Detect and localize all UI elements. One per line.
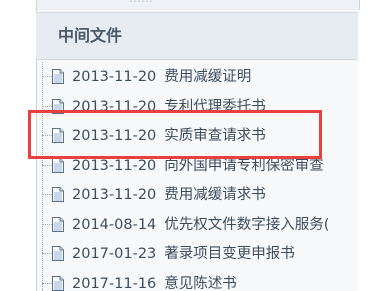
file-list-item[interactable]: 2013-11-20 专利代理委托书: [36, 92, 377, 122]
file-date: 2017-01-23: [72, 246, 157, 262]
file-link[interactable]: 2013-11-20 向外国申请专利保密审查: [72, 156, 324, 176]
file-name: 实质审查请求书: [164, 128, 266, 144]
file-list-item[interactable]: 2017-01-23 著录项目变更申报书: [36, 239, 377, 269]
file-date: 2013-11-20: [72, 187, 157, 203]
file-link[interactable]: 2013-11-20 费用减缓请求书: [72, 185, 266, 205]
document-icon: [52, 69, 64, 84]
file-link[interactable]: 2013-11-20 费用减缓证明: [72, 67, 251, 87]
file-name: 著录项目变更申报书: [164, 246, 295, 262]
file-name: 意见陈述书: [164, 275, 237, 291]
file-list-item[interactable]: 2017-11-16 意见陈述书: [36, 269, 377, 291]
tree-branch-line: [42, 282, 52, 284]
file-name: 优先权文件数字接入服务(: [164, 216, 330, 233]
file-list-item[interactable]: 2013-11-20 实质审查请求书: [36, 121, 377, 151]
document-icon: [52, 216, 64, 232]
file-link[interactable]: 2013-11-20 实质审查请求书: [72, 126, 266, 146]
file-list-item[interactable]: 2013-11-20 费用减缓证明: [36, 62, 377, 92]
file-list-item[interactable]: 2014-08-14 优先权文件数字接入服务(: [36, 210, 377, 240]
document-icon: [52, 157, 64, 173]
document-icon: [52, 98, 64, 114]
file-name: 费用减缓证明: [164, 69, 252, 85]
document-icon: [52, 246, 64, 261]
file-date: 2013-11-20: [72, 69, 157, 85]
tree-branch-line: [42, 164, 52, 166]
file-link[interactable]: 2017-11-16 意见陈述书: [72, 274, 237, 291]
file-name: 费用减缓请求书: [164, 187, 266, 203]
file-date: 2013-11-20: [72, 157, 157, 174]
file-link[interactable]: 2017-01-23 著录项目变更申报书: [72, 244, 295, 264]
tree-branch-line: [42, 76, 52, 77]
file-date: 2013-11-20: [72, 128, 157, 144]
file-name: 专利代理委托书: [164, 98, 266, 115]
file-tree-window: …… 中间文件 2013-11-20 费用减缓证明 2013-11-20 专利代理委托…: [0, 0, 377, 291]
file-list-item[interactable]: 2013-11-20 费用减缓请求书: [36, 180, 377, 210]
previous-section-text: ……: [129, 0, 169, 5]
right-edge: [358, 10, 377, 291]
file-list-item[interactable]: 2013-11-20 向外国申请专利保密审查: [36, 151, 377, 181]
tree-branch-line: [42, 105, 52, 107]
file-date: 2014-08-14: [72, 216, 157, 233]
document-icon: [52, 275, 64, 291]
tree-branch-line: [42, 253, 52, 254]
tree-branch-line: [42, 135, 52, 136]
file-date: 2013-11-20: [72, 98, 157, 115]
document-icon: [52, 128, 64, 143]
panel-header[interactable]: 中间文件: [36, 12, 358, 60]
document-icon: [52, 187, 64, 202]
file-link[interactable]: 2014-08-14 优先权文件数字接入服务(: [72, 215, 329, 235]
tree-branch-line: [42, 223, 52, 225]
panel-title: 中间文件: [58, 26, 123, 45]
tree-branch-line: [42, 194, 52, 195]
file-link[interactable]: 2013-11-20 专利代理委托书: [72, 97, 266, 117]
file-name: 向外国申请专利保密审查: [164, 157, 324, 174]
file-date: 2017-11-16: [72, 275, 157, 291]
